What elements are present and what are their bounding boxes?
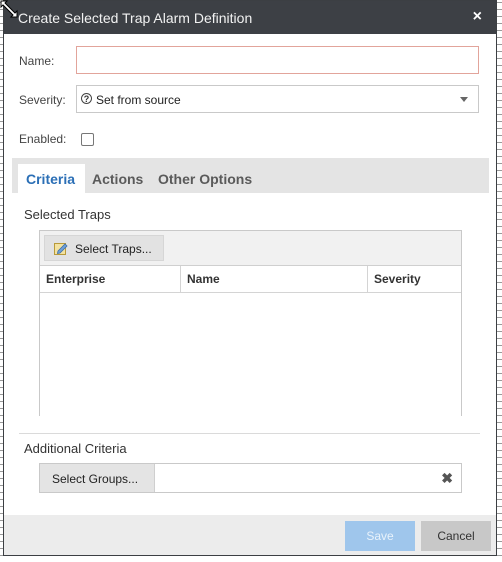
resize-cursor-icon — [0, 0, 18, 18]
dialog-title: Create Selected Trap Alarm Definition — [18, 10, 253, 26]
selected-traps-panel: Select Traps... Enterprise Name Severity — [39, 230, 462, 416]
dialog-footer: Save Cancel — [4, 515, 496, 555]
tab-criteria[interactable]: Criteria — [26, 171, 75, 187]
pencil-edit-icon — [54, 243, 68, 255]
traps-table: Enterprise Name Severity — [40, 265, 461, 416]
severity-select[interactable]: ? Set from source — [76, 85, 479, 113]
chevron-down-icon[interactable] — [460, 97, 468, 102]
select-groups-button[interactable]: Select Groups... — [40, 464, 155, 492]
trap-alarm-dialog: Create Selected Trap Alarm Definition × … — [3, 0, 497, 556]
section-divider — [19, 433, 480, 434]
traps-table-header: Enterprise Name Severity — [40, 266, 461, 293]
cancel-button[interactable]: Cancel — [421, 521, 491, 551]
clear-groups-icon[interactable]: ✖ — [441, 470, 453, 487]
name-label: Name: — [19, 54, 55, 68]
select-groups-field: Select Groups... ✖ — [39, 463, 462, 493]
select-traps-label: Select Traps... — [75, 242, 152, 256]
save-button[interactable]: Save — [345, 521, 415, 551]
select-traps-button[interactable]: Select Traps... — [44, 235, 164, 261]
tab-actions[interactable]: Actions — [92, 171, 143, 187]
tab-bar: Criteria Actions Other Options — [12, 158, 489, 193]
column-header-name[interactable]: Name — [180, 266, 367, 292]
close-icon[interactable]: × — [473, 8, 482, 26]
column-header-severity[interactable]: Severity — [367, 266, 462, 292]
column-header-enterprise[interactable]: Enterprise — [40, 266, 180, 292]
selected-traps-label: Selected Traps — [24, 207, 111, 222]
severity-value: Set from source — [96, 93, 181, 107]
severity-label: Severity: — [19, 93, 66, 107]
name-input[interactable] — [76, 46, 479, 74]
additional-criteria-label: Additional Criteria — [24, 441, 127, 456]
enabled-checkbox[interactable] — [81, 133, 94, 146]
question-circle-icon: ? — [81, 93, 92, 104]
tab-other-options[interactable]: Other Options — [158, 171, 252, 187]
dialog-titlebar[interactable]: Create Selected Trap Alarm Definition × — [4, 1, 496, 34]
enabled-label: Enabled: — [19, 132, 67, 146]
